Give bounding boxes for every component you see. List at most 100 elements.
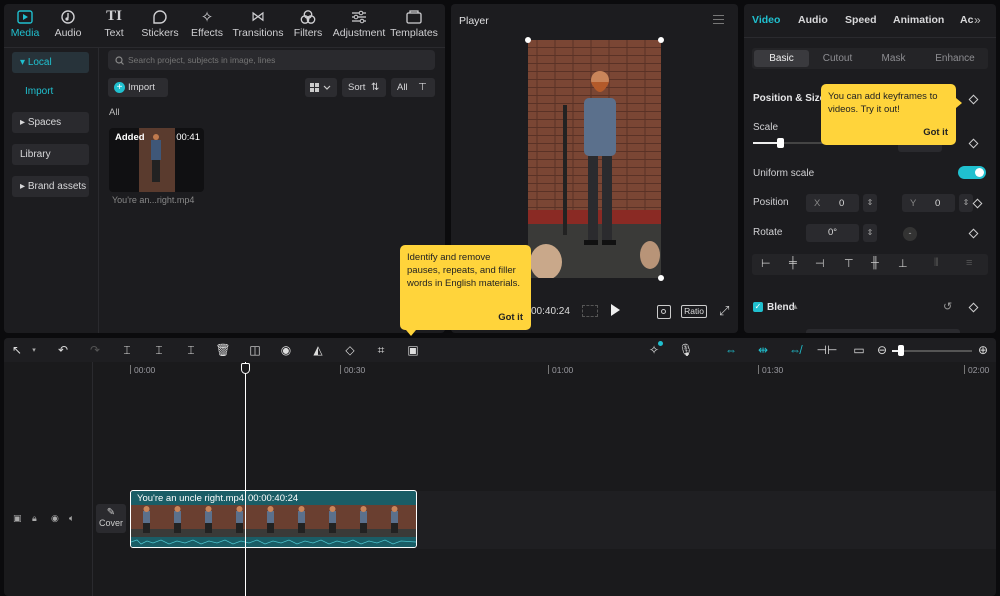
inspector-tab-audio[interactable]: Audio: [798, 14, 828, 26]
sidebar-item-library[interactable]: Library: [12, 144, 89, 165]
mirror-icon[interactable]: ◭: [310, 342, 326, 358]
uniform-scale-toggle[interactable]: [958, 166, 986, 179]
got-it-button[interactable]: Got it: [498, 311, 523, 324]
subtab-cutout[interactable]: Cutout: [810, 50, 865, 67]
scale-slider-handle[interactable]: [777, 138, 785, 148]
video-track-icon[interactable]: ▣: [13, 513, 22, 524]
split-icon[interactable]: ⌶: [119, 342, 135, 358]
blend-checkbox[interactable]: ✓: [753, 302, 763, 312]
split-screen-icon[interactable]: ⊣⊢: [817, 342, 838, 358]
video-clip[interactable]: You're an uncle right.mp4 00:00:40:24: [130, 490, 417, 548]
freeze-icon[interactable]: ◫: [247, 342, 263, 358]
split-right-icon[interactable]: ⌶: [183, 342, 199, 358]
keyframe-icon[interactable]: [968, 138, 979, 149]
playhead-handle[interactable]: [241, 363, 250, 374]
zoom-out-icon[interactable]: ⊖: [874, 342, 890, 358]
fit-screen-icon[interactable]: [657, 305, 671, 319]
zoom-slider[interactable]: [892, 350, 972, 352]
filter-button[interactable]: All ⊤: [391, 78, 435, 97]
playhead[interactable]: [245, 362, 246, 596]
tab-transitions[interactable]: ⋈ Transitions: [230, 8, 286, 39]
align-bottom-icon[interactable]: ⊥: [898, 257, 908, 270]
video-preview[interactable]: [528, 40, 661, 278]
stepper-icon[interactable]: ⇕: [863, 224, 877, 242]
position-y-field[interactable]: Y 0: [902, 194, 955, 212]
remove-fillers-icon[interactable]: ▣: [405, 342, 421, 358]
link-icon[interactable]: ⇹: [755, 342, 771, 358]
inspector-tab-ac[interactable]: Ac: [960, 14, 973, 26]
subtab-mask[interactable]: Mask: [866, 50, 921, 67]
align-right-icon[interactable]: ⊣: [815, 257, 825, 270]
rotate-field[interactable]: 0°: [806, 224, 859, 242]
rotate-dial-icon[interactable]: -: [903, 227, 917, 241]
eye-icon[interactable]: ◉: [51, 513, 59, 524]
tab-audio[interactable]: Audio: [46, 8, 90, 39]
inspector-tab-animation[interactable]: Animation: [893, 14, 944, 26]
reset-icon[interactable]: ↺: [943, 300, 952, 313]
undo-icon[interactable]: ↶: [55, 342, 71, 358]
chevron-down-icon[interactable]: ▾: [26, 342, 42, 358]
volume-icon[interactable]: 🔈︎: [69, 513, 74, 524]
tab-stickers[interactable]: Stickers: [137, 8, 183, 39]
grid-icon[interactable]: [582, 305, 598, 317]
reverse-icon[interactable]: ◉: [278, 342, 294, 358]
keyframe-icon[interactable]: [972, 198, 983, 209]
tab-media[interactable]: Media: [4, 8, 46, 39]
resize-handle[interactable]: [658, 275, 664, 281]
keyframe-icon[interactable]: [968, 228, 979, 239]
subtab-enhance[interactable]: Enhance: [924, 50, 986, 67]
sidebar-item-spaces[interactable]: ▸ Spaces: [12, 112, 89, 133]
blend-field[interactable]: [806, 329, 960, 333]
position-x-field[interactable]: X 0: [806, 194, 859, 212]
subtab-basic[interactable]: Basic: [754, 50, 809, 67]
magnet-icon[interactable]: ⇔: [723, 342, 739, 358]
split-left-icon[interactable]: ⌶: [151, 342, 167, 358]
stepper-icon[interactable]: ⇕: [863, 194, 877, 212]
rotate-icon[interactable]: ◇: [342, 342, 358, 358]
ratio-button[interactable]: Ratio: [681, 305, 707, 318]
got-it-button[interactable]: Got it: [923, 126, 948, 139]
tab-effects[interactable]: ✧ Effects: [184, 8, 230, 40]
media-thumbnail[interactable]: Added 00:41: [109, 128, 204, 192]
inspector-tab-video[interactable]: Video: [752, 14, 780, 26]
menu-icon[interactable]: [713, 15, 724, 24]
play-icon[interactable]: [611, 304, 620, 316]
more-tabs-icon[interactable]: »: [974, 13, 981, 27]
sidebar-item-import[interactable]: Import: [25, 86, 53, 97]
distribute-v-icon[interactable]: ≡: [966, 257, 972, 269]
search-input[interactable]: [128, 52, 428, 68]
tab-adjustment[interactable]: Adjustment: [331, 8, 387, 39]
align-top-icon[interactable]: ⊤: [844, 257, 854, 270]
tab-text[interactable]: TI Text: [94, 8, 134, 39]
resize-handle[interactable]: [525, 37, 531, 43]
inspector-tab-speed[interactable]: Speed: [845, 14, 877, 26]
cover-button[interactable]: ✎ Cover: [96, 504, 126, 533]
view-toggle-button[interactable]: [305, 78, 337, 97]
fullscreen-icon[interactable]: ⤢: [719, 304, 729, 318]
keyframe-icon[interactable]: [968, 302, 979, 313]
microphone-icon[interactable]: 🎙︎: [678, 342, 694, 358]
align-center-v-icon[interactable]: ╫: [871, 257, 879, 269]
sort-button[interactable]: Sort ⇅: [342, 78, 386, 97]
search-bar[interactable]: [108, 50, 435, 70]
import-button[interactable]: + Import: [108, 78, 168, 97]
keyframe-icon[interactable]: [968, 94, 979, 105]
resize-handle[interactable]: [658, 37, 664, 43]
delete-icon[interactable]: 🗑︎: [215, 342, 231, 358]
select-tool-icon[interactable]: ↖: [9, 342, 25, 358]
zoom-slider-handle[interactable]: [898, 345, 904, 356]
stepper-icon[interactable]: ⇕: [959, 194, 973, 212]
preview-axis-icon[interactable]: ⇎: [787, 342, 803, 358]
distribute-h-icon[interactable]: ⫴: [934, 257, 939, 270]
crop-icon[interactable]: ⌗: [373, 342, 389, 358]
redo-icon[interactable]: ↷: [87, 342, 103, 358]
screen-icon[interactable]: ▭: [851, 342, 867, 358]
align-left-icon[interactable]: ⊢: [761, 257, 771, 270]
zoom-in-icon[interactable]: ⊕: [975, 342, 991, 358]
align-center-h-icon[interactable]: ╪: [789, 257, 797, 269]
sidebar-item-brand-assets[interactable]: ▸ Brand assets: [12, 176, 89, 197]
lock-icon[interactable]: 🔒︎: [32, 513, 37, 524]
tab-templates[interactable]: Templates: [386, 8, 442, 39]
sidebar-item-local[interactable]: ▾ Local: [12, 52, 89, 73]
collapse-icon[interactable]: ▴: [793, 301, 798, 312]
